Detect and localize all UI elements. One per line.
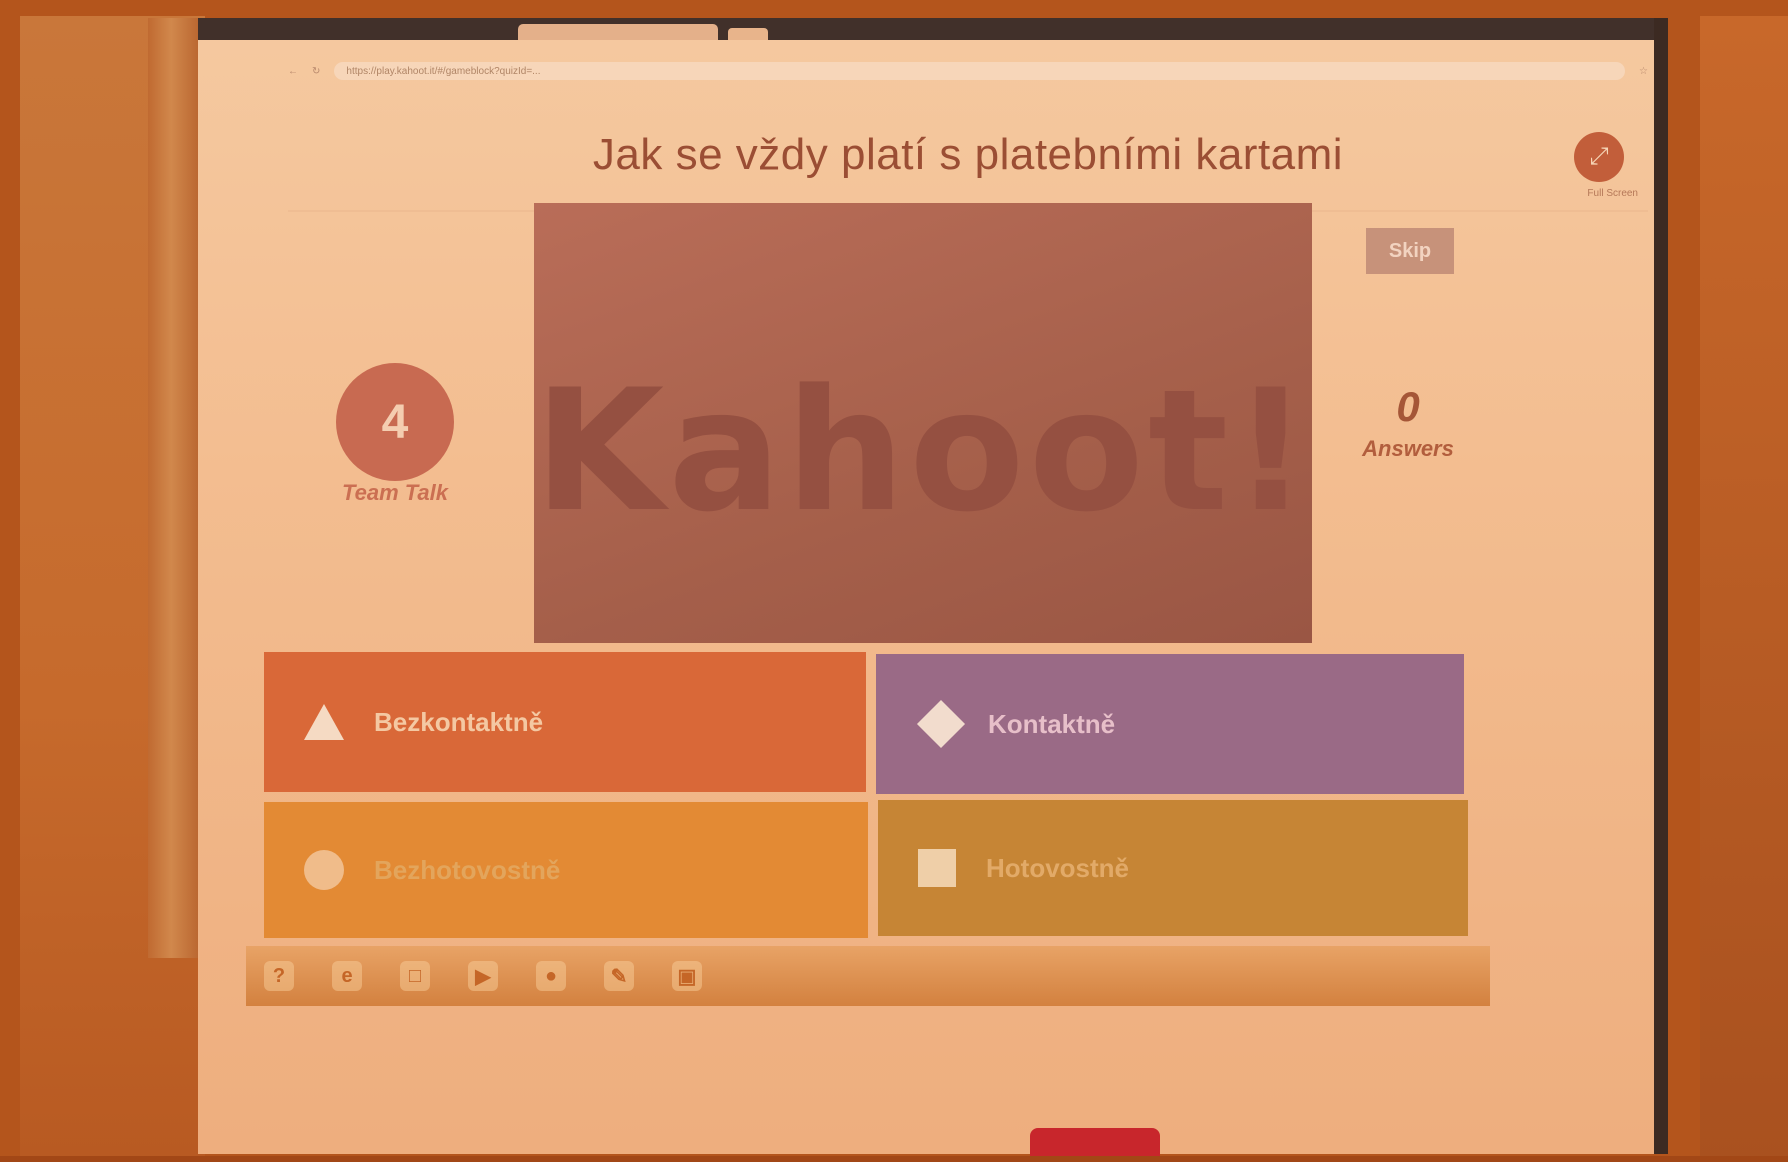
- internet-explorer-icon[interactable]: e: [332, 961, 362, 991]
- answer-option-3[interactable]: Bezhotovostně: [264, 802, 868, 938]
- windows-taskbar: ? e □ ▶ ● ✎ ▣: [246, 946, 1490, 1006]
- answer-text: Bezhotovostně: [374, 854, 561, 885]
- countdown-timer: 4: [336, 363, 454, 481]
- answer-option-4[interactable]: Hotovostně: [878, 800, 1468, 936]
- diamond-icon: [916, 699, 966, 749]
- floor-edge: [0, 1156, 1788, 1162]
- file-explorer-icon[interactable]: □: [400, 961, 430, 991]
- wall-right: [1700, 16, 1788, 1162]
- back-icon[interactable]: ←: [288, 66, 298, 77]
- fullscreen-icon: ⤢: [1589, 143, 1609, 170]
- star-icon[interactable]: ☆: [1639, 66, 1648, 77]
- help-icon[interactable]: ?: [264, 961, 294, 991]
- fullscreen-label: Full Screen: [1587, 188, 1638, 199]
- pen-tray: [1030, 1128, 1160, 1158]
- triangle-icon: [304, 704, 344, 740]
- camera-icon[interactable]: ▣: [672, 961, 702, 991]
- chrome-icon[interactable]: ●: [536, 961, 566, 991]
- skip-button[interactable]: Skip: [1366, 228, 1454, 274]
- answer-grid: Bezkontaktně Kontaktně Bezhotovostně Hot…: [264, 652, 1664, 942]
- answer-text: Hotovostně: [986, 852, 1129, 883]
- kahoot-logo: Kahoot!: [534, 353, 1312, 549]
- answers-count: 0: [1396, 383, 1420, 430]
- reload-icon[interactable]: ↻: [312, 66, 320, 77]
- media-player-icon[interactable]: ▶: [468, 961, 498, 991]
- question-media: Kahoot!: [534, 203, 1312, 643]
- team-talk-label: Team Talk: [342, 480, 448, 505]
- square-icon: [918, 849, 956, 887]
- answer-text: Kontaktně: [988, 708, 1116, 739]
- question-header: Jak se vždy platí s platebními kartami ⤢…: [288, 90, 1648, 212]
- url-field[interactable]: https://play.kahoot.it/#/gameblock?quizI…: [334, 62, 1626, 80]
- question-title: Jak se vždy platí s platebními kartami: [592, 130, 1344, 179]
- answer-option-1[interactable]: Bezkontaktně: [264, 652, 866, 792]
- fullscreen-button[interactable]: ⤢: [1574, 132, 1624, 182]
- timer-value: 4: [381, 395, 409, 449]
- new-tab-button[interactable]: [728, 28, 768, 40]
- browser-tab-strip: [198, 18, 1654, 40]
- circle-icon: [304, 850, 344, 890]
- browser-tab[interactable]: [518, 24, 718, 40]
- answers-label: Answers: [1362, 436, 1454, 461]
- projected-screen: ← ↻ https://play.kahoot.it/#/gameblock?q…: [198, 18, 1668, 1154]
- answer-option-2[interactable]: Kontaktně: [876, 654, 1464, 794]
- paint-icon[interactable]: ✎: [604, 961, 634, 991]
- answer-text: Bezkontaktně: [374, 706, 544, 737]
- browser-address-bar: ← ↻ https://play.kahoot.it/#/gameblock?q…: [288, 60, 1648, 82]
